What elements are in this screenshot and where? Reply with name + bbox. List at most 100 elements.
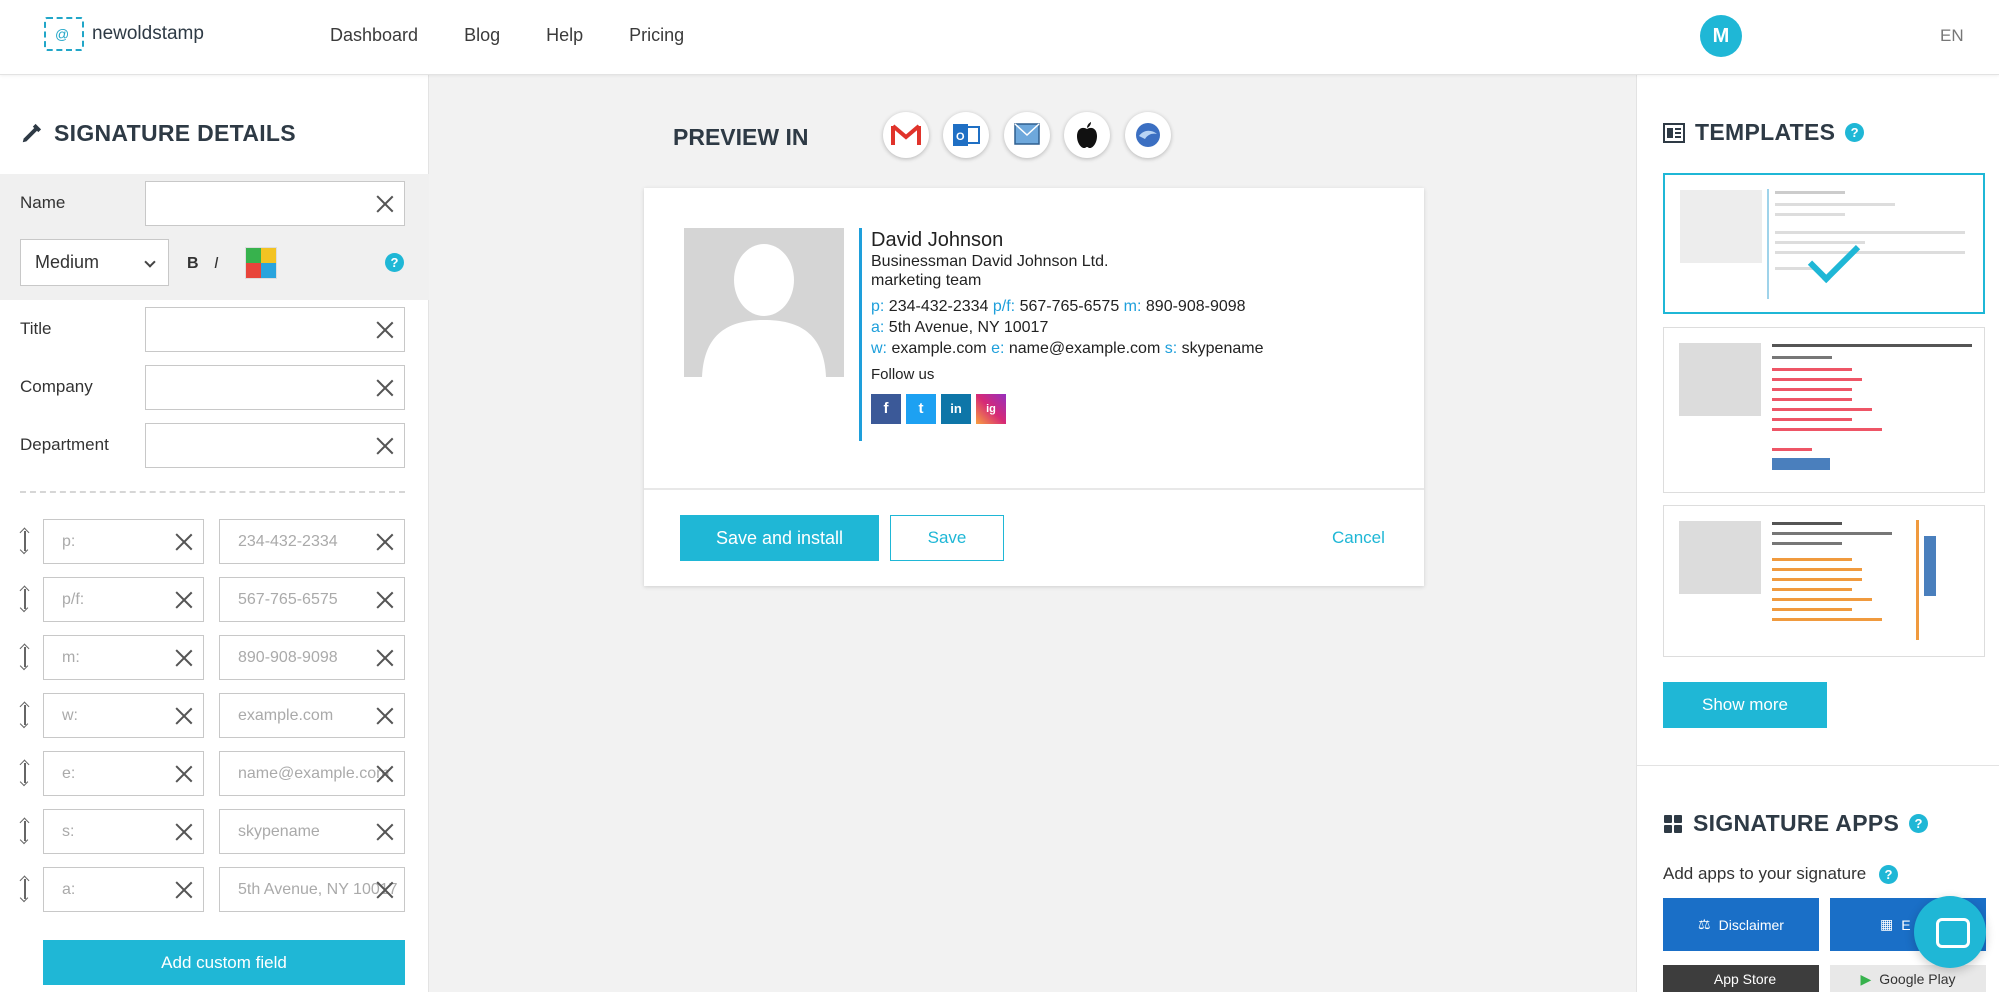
template-photo [1680,190,1762,263]
selected-check-icon [1807,230,1861,284]
signature-phones: p: 234-432-2334 p/f: 567-765-6575 m: 890… [871,298,1246,315]
drag-handle-icon[interactable] [18,645,32,671]
template-card-2[interactable] [1663,327,1985,493]
clear-icon[interactable] [175,533,193,551]
clear-icon[interactable] [376,437,394,455]
apple-icon[interactable] [1064,112,1110,158]
cancel-button[interactable]: Cancel [1332,528,1385,548]
italic-button[interactable]: I [214,255,218,273]
clear-icon[interactable] [175,649,193,667]
clear-icon[interactable] [376,707,394,725]
color-picker-icon[interactable] [245,247,277,279]
help-icon[interactable]: ? [1878,865,1898,884]
drag-handle-icon[interactable] [18,703,32,729]
clear-icon[interactable] [175,707,193,725]
user-avatar[interactable]: M [1700,15,1742,57]
template-card-3[interactable] [1663,505,1985,657]
clear-icon[interactable] [376,765,394,783]
department-label: Department [20,435,109,454]
bold-button[interactable]: B [187,255,199,273]
help-icon[interactable]: ? [1909,814,1929,833]
language-switcher[interactable]: EN [1940,26,1964,46]
thunderbird-icon[interactable] [1125,112,1171,158]
title-input[interactable] [145,307,405,352]
clear-icon[interactable] [175,765,193,783]
add-custom-field-button[interactable]: Add custom field [43,940,405,985]
clear-icon[interactable] [376,881,394,899]
contact-value-input[interactable]: 5th Avenue, NY 10017 [219,867,405,912]
name-input[interactable] [145,181,405,226]
clear-icon[interactable] [376,321,394,339]
signature-apps-title: SIGNATURE APPS [1693,810,1900,836]
contact-label-input[interactable]: w: [43,693,204,738]
profile-photo-placeholder [684,228,844,377]
clear-icon[interactable] [376,591,394,609]
drag-handle-icon[interactable] [18,529,32,555]
signature-divider-bar [859,228,862,441]
scales-icon: ⚖ [1698,916,1711,932]
signature-position: Businessman David Johnson Ltd. [871,253,1109,270]
contact-label-input[interactable]: s: [43,809,204,854]
linkedin-icon[interactable]: in [941,394,971,424]
app-store-button[interactable]: App Store [1663,965,1819,992]
outlook-icon[interactable]: O [943,112,989,158]
mac-mail-icon[interactable] [1004,112,1050,158]
contact-value-input[interactable]: 234-432-2334 [219,519,405,564]
font-size-select[interactable]: Medium [20,239,169,286]
nav-pricing[interactable]: Pricing [629,25,684,46]
nav-dashboard[interactable]: Dashboard [330,25,418,46]
logo[interactable]: newoldstamp [44,17,204,51]
disclaimer-app-button[interactable]: ⚖ Disclaimer [1663,898,1819,951]
templates-panel: TEMPLATES ? Show more SIGNATURE APPS ? A… [1636,75,1999,992]
clear-icon[interactable] [376,533,394,551]
right-divider [1637,765,1999,766]
show-more-button[interactable]: Show more [1663,682,1827,728]
gmail-icon[interactable] [883,112,929,158]
apps-subtitle: Add apps to your signature ? [1663,864,1898,884]
nav-help[interactable]: Help [546,25,583,46]
svg-text:O: O [956,131,965,143]
drag-handle-icon[interactable] [18,761,32,787]
clear-icon[interactable] [175,823,193,841]
follow-us-label: Follow us [871,366,935,383]
contact-value-input[interactable]: example.com [219,693,405,738]
contact-value-input[interactable]: skypename [219,809,405,854]
help-icon[interactable]: ? [1845,123,1865,142]
contact-label-input[interactable]: a: [43,867,204,912]
clear-icon[interactable] [376,379,394,397]
save-and-install-button[interactable]: Save and install [680,515,879,561]
clear-icon[interactable] [175,591,193,609]
clear-icon[interactable] [376,823,394,841]
company-label: Company [20,377,93,396]
dashed-divider [20,491,405,493]
template-card-1[interactable] [1663,173,1985,314]
clear-icon[interactable] [376,195,394,213]
contact-label-input[interactable]: p: [43,519,204,564]
clear-icon[interactable] [376,649,394,667]
apps-grid-icon [1664,814,1682,833]
company-input[interactable] [145,365,405,410]
twitter-icon[interactable]: t [906,394,936,424]
contact-value-input[interactable]: 890-908-9098 [219,635,405,680]
contact-label-input[interactable]: m: [43,635,204,680]
contact-value-input[interactable]: name@example.com [219,751,405,796]
instagram-icon[interactable]: ig [976,394,1006,424]
facebook-icon[interactable]: f [871,394,901,424]
google-play-button[interactable]: ▶ Google Play [1830,965,1986,992]
contact-label-input[interactable]: e: [43,751,204,796]
department-input[interactable] [145,423,405,468]
clear-icon[interactable] [175,881,193,899]
contact-label-input[interactable]: p/f: [43,577,204,622]
chat-bubble-icon[interactable] [1914,896,1986,968]
stamp-logo-icon [44,17,84,51]
save-button[interactable]: Save [890,515,1004,561]
main-nav: Dashboard Blog Help Pricing [330,25,684,46]
drag-handle-icon[interactable] [18,877,32,903]
help-icon[interactable]: ? [385,253,404,272]
drag-handle-icon[interactable] [18,819,32,845]
drag-handle-icon[interactable] [18,587,32,613]
nav-blog[interactable]: Blog [464,25,500,46]
signature-name: David Johnson [871,229,1004,251]
contact-value-input[interactable]: 567-765-6575 [219,577,405,622]
pen-icon [22,123,42,142]
